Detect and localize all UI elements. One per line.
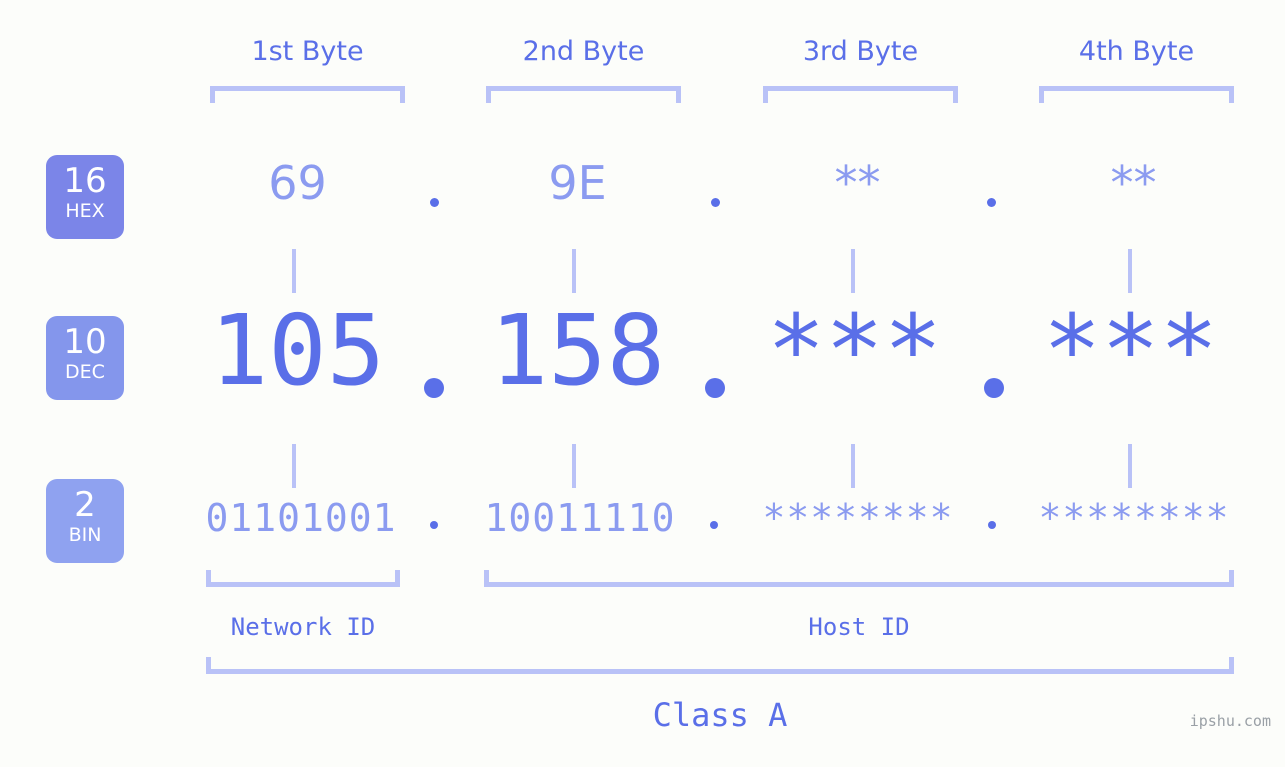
hex-value-byte-1: 69 bbox=[268, 156, 327, 210]
base-badge-hex-number: 16 bbox=[63, 161, 107, 201]
base-badge-bin-label: BIN bbox=[68, 524, 102, 546]
ip-class-bracket bbox=[206, 657, 1234, 674]
bin-separator-1 bbox=[430, 521, 438, 529]
bin-separator-2 bbox=[710, 521, 718, 529]
byte-bracket-1 bbox=[210, 86, 405, 103]
byte-bracket-3 bbox=[763, 86, 958, 103]
equals-icon-dec-bin-3 bbox=[851, 444, 865, 488]
byte-header-3: 3rd Byte bbox=[802, 36, 919, 67]
dec-separator-3 bbox=[984, 378, 1004, 398]
hex-separator-3 bbox=[987, 198, 996, 207]
dec-value-byte-4: *** bbox=[1042, 294, 1219, 407]
equals-icon-hex-dec-2 bbox=[572, 249, 586, 293]
ip-class-label: Class A bbox=[652, 696, 788, 734]
base-badge-dec-label: DEC bbox=[65, 361, 105, 383]
base-badge-dec: 10 DEC bbox=[46, 316, 124, 400]
equals-icon-dec-bin-2 bbox=[572, 444, 586, 488]
bin-separator-3 bbox=[988, 521, 996, 529]
site-watermark: ipshu.com bbox=[1189, 712, 1271, 730]
ip-breakdown-diagram: 1st Byte 2nd Byte 3rd Byte 4th Byte 16 H… bbox=[0, 0, 1285, 767]
bin-value-byte-4: ******** bbox=[1038, 496, 1230, 540]
dec-value-byte-2: 158 bbox=[489, 294, 666, 407]
hex-value-byte-4: ** bbox=[1110, 156, 1157, 210]
host-id-label: Host ID bbox=[808, 613, 910, 641]
hex-value-byte-2: 9E bbox=[548, 156, 607, 210]
host-id-bracket bbox=[484, 570, 1234, 587]
equals-icon-hex-dec-1 bbox=[292, 249, 306, 293]
byte-bracket-2 bbox=[486, 86, 681, 103]
dec-value-byte-1: 105 bbox=[209, 294, 386, 407]
byte-header-2: 2nd Byte bbox=[522, 36, 645, 67]
dec-value-byte-3: *** bbox=[766, 294, 943, 407]
bin-value-byte-1: 01101001 bbox=[205, 496, 397, 540]
network-id-label: Network ID bbox=[230, 613, 376, 641]
equals-icon-hex-dec-4 bbox=[1128, 249, 1142, 293]
base-badge-hex: 16 HEX bbox=[46, 155, 124, 239]
network-id-bracket bbox=[206, 570, 400, 587]
equals-icon-hex-dec-3 bbox=[851, 249, 865, 293]
byte-header-4: 4th Byte bbox=[1078, 36, 1195, 67]
bin-value-byte-2: 10011110 bbox=[484, 496, 676, 540]
byte-bracket-4 bbox=[1039, 86, 1234, 103]
base-badge-hex-label: HEX bbox=[65, 200, 105, 222]
base-badge-bin-number: 2 bbox=[74, 485, 96, 525]
hex-separator-1 bbox=[430, 198, 439, 207]
equals-icon-dec-bin-4 bbox=[1128, 444, 1142, 488]
hex-separator-2 bbox=[711, 198, 720, 207]
dec-separator-1 bbox=[424, 378, 444, 398]
base-badge-bin: 2 BIN bbox=[46, 479, 124, 563]
dec-separator-2 bbox=[705, 378, 725, 398]
equals-icon-dec-bin-1 bbox=[292, 444, 306, 488]
bin-value-byte-3: ******** bbox=[762, 496, 954, 540]
base-badge-dec-number: 10 bbox=[63, 322, 107, 362]
hex-value-byte-3: ** bbox=[834, 156, 881, 210]
byte-header-1: 1st Byte bbox=[251, 36, 364, 67]
